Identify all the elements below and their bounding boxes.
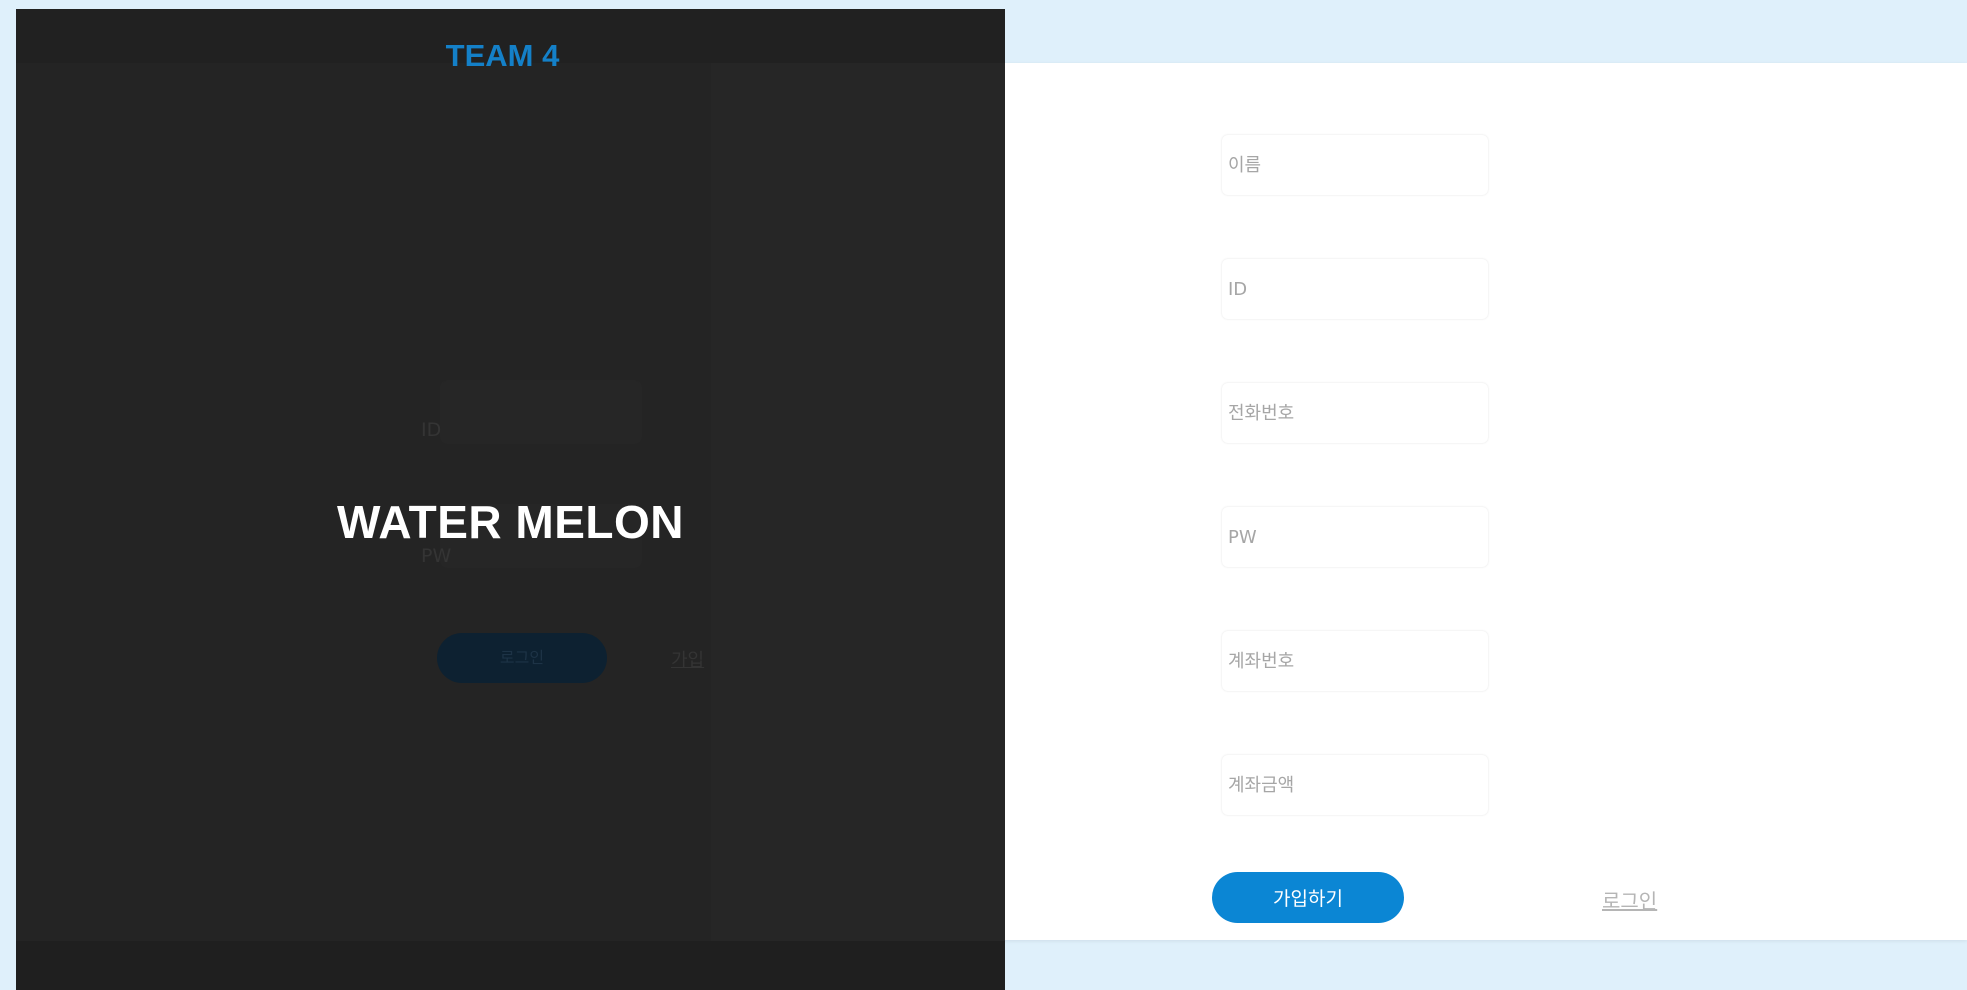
phone-field[interactable] — [1222, 383, 1488, 443]
ghost-login-button: 로그인 — [437, 633, 607, 683]
id-input[interactable] — [1222, 259, 1488, 319]
overlay-footer — [16, 941, 1005, 990]
ghost-id-label: ID — [421, 419, 442, 441]
name-field[interactable] — [1222, 135, 1488, 195]
ghost-signup-link: 가입 — [671, 650, 705, 671]
account-number-field[interactable] — [1222, 631, 1488, 691]
id-field[interactable] — [1222, 259, 1488, 319]
name-input[interactable] — [1222, 135, 1488, 195]
account-amount-input[interactable] — [1222, 755, 1488, 815]
phone-input[interactable] — [1222, 383, 1488, 443]
join-button[interactable]: 가입하기 — [1212, 872, 1404, 923]
password-input[interactable] — [1222, 507, 1488, 567]
team-title: TEAM 4 — [445, 38, 560, 73]
login-link[interactable]: 로그인 — [1602, 885, 1657, 914]
ghost-id-field — [441, 381, 641, 443]
password-field[interactable] — [1222, 507, 1488, 567]
account-amount-field[interactable] — [1222, 755, 1488, 815]
account-number-input[interactable] — [1222, 631, 1488, 691]
brand-name: WATER MELON — [336, 496, 685, 548]
